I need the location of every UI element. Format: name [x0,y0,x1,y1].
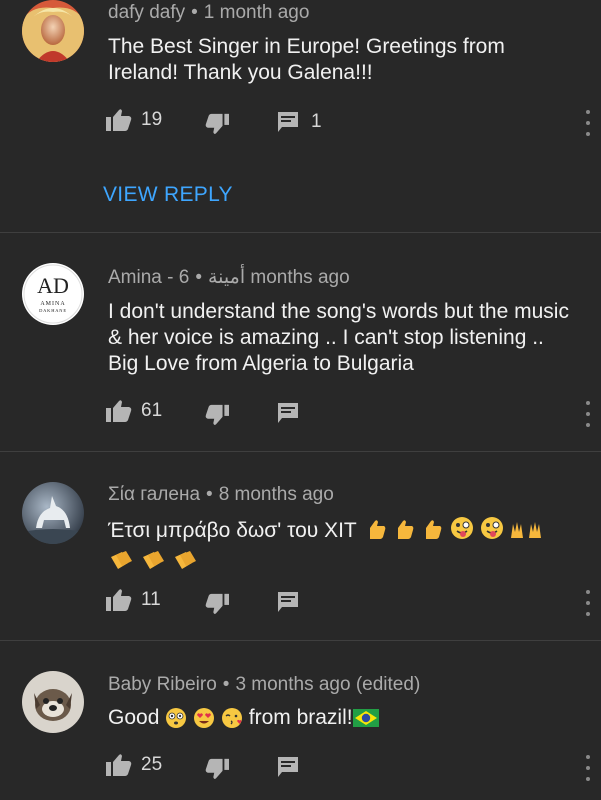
more-dots-icon [586,755,590,759]
raising-hands-icon [511,522,542,538]
thumbs-up-icon [106,754,132,776]
comment-actions: 19 1 [106,108,586,138]
comment-icon [278,403,298,423]
thumbs-down-icon [205,593,229,614]
emoji-row [366,516,545,547]
flushed-face-icon [166,708,187,729]
comment-text: The Best Singer in Europe! Greetings fro… [108,35,505,84]
timestamp[interactable]: 3 months ago (edited) [235,674,420,695]
more-options-button[interactable] [585,401,591,427]
timestamp[interactable]: 8 months ago [219,484,334,505]
brazil-flag-icon [352,709,379,728]
more-dots-icon [586,110,590,114]
thumbs-up-icon [106,400,132,422]
avatar-logo-letters: AD [37,273,69,298]
dislike-button[interactable] [205,757,229,781]
comment-text-content: from brazil! [248,706,353,729]
reply-button[interactable]: 1 [277,111,322,133]
kissing-heart-face-icon [221,708,242,729]
reply-button[interactable] [277,591,299,613]
author-name[interactable]: Σία галена [108,484,200,505]
emoji-row [108,549,198,578]
comment-icon [278,592,298,612]
like-count: 61 [141,400,163,421]
comment-text: I don't understand the song's words but … [108,300,569,375]
comment-text-content: Good [108,706,160,729]
reply-button[interactable] [277,402,299,424]
like-count: 25 [141,754,163,775]
comment-actions: 11 [106,588,586,618]
winking-tongue-face-icon [450,517,473,539]
thumbs-down-icon [205,404,229,425]
thumbs-up-icon [106,109,132,131]
timestamp[interactable]: 1 month ago [204,2,310,23]
timestamp[interactable]: 6 months ago [179,267,350,288]
clapping-hands-icon [174,551,196,569]
avatar-logo-sub: DAKHANE [39,308,67,313]
thumbs-up-emoji-icon [425,520,442,539]
reply-count: 1 [311,111,322,132]
comment-item: dafy dafy • 1 month ago The Best Singer in… [0,0,601,232]
clapping-hands-icon [111,551,132,569]
author-name[interactable]: Amina - أمينة [108,267,245,288]
like-button[interactable]: 61 [106,399,162,423]
thumbs-up-emoji-icon [398,520,414,539]
separator-dot: • [191,2,198,23]
comment-actions: 61 [106,399,586,429]
avatar[interactable] [22,0,84,62]
reply-button[interactable] [277,756,299,778]
thumbs-down-icon [205,113,229,134]
more-options-button[interactable] [585,590,591,616]
like-button[interactable]: 19 [106,108,162,132]
comment-meta: Amina - أمينة•6 months ago [108,266,350,289]
comment-item: AD AMINA DAKHANE Amina - أمينة•6 months … [0,233,601,451]
like-count: 11 [141,589,161,610]
comment-actions: 25 [106,753,586,783]
view-reply-link[interactable]: VIEW REPLY [103,183,233,207]
comment-item: Baby Ribeiro • 3 months ago (edited) Good … [0,641,601,800]
comment-meta: dafy dafy • 1 month ago [108,2,309,24]
dislike-button[interactable] [205,592,229,616]
comment-icon [278,757,298,777]
thumbs-down-icon [205,758,229,779]
thumbs-up-icon [106,589,132,611]
winking-tongue-face-icon [480,517,503,539]
avatar[interactable] [22,671,84,733]
like-button[interactable]: 11 [106,588,161,612]
avatar[interactable]: AD AMINA DAKHANE [22,263,84,325]
comment-icon [278,112,298,132]
separator-dot: • [195,267,202,288]
avatar[interactable] [22,482,84,544]
comment-meta: Σία галена • 8 months ago [108,484,334,506]
avatar-logo-name: AMINA [40,301,65,307]
clapping-hands-icon [142,551,164,569]
author-name[interactable]: Baby Ribeiro [108,674,217,695]
comment-text: Good from brazil! [108,705,578,731]
like-count: 19 [141,109,163,130]
like-button[interactable]: 25 [106,753,162,777]
comment-text: Έτσι μπράβο δωσ' του ΧΙΤ [108,516,578,578]
comment-meta: Baby Ribeiro • 3 months ago (edited) [108,674,420,696]
dislike-button[interactable] [205,403,229,427]
more-options-button[interactable] [585,755,591,781]
comment-text-content: Έτσι μπράβο δωσ' του ΧΙΤ [108,519,357,543]
more-options-button[interactable] [585,110,591,136]
more-dots-icon [586,401,590,405]
separator-dot: • [222,674,230,695]
comment-item: Σία галена • 8 months ago Έτσι μπράβο δωσ'… [0,452,601,640]
thumbs-up-emoji-icon [370,520,386,539]
heart-eyes-face-icon [194,708,215,729]
separator-dot: • [206,484,213,505]
dislike-button[interactable] [205,112,229,136]
more-dots-icon [586,590,590,594]
author-name[interactable]: dafy dafy [108,2,185,23]
